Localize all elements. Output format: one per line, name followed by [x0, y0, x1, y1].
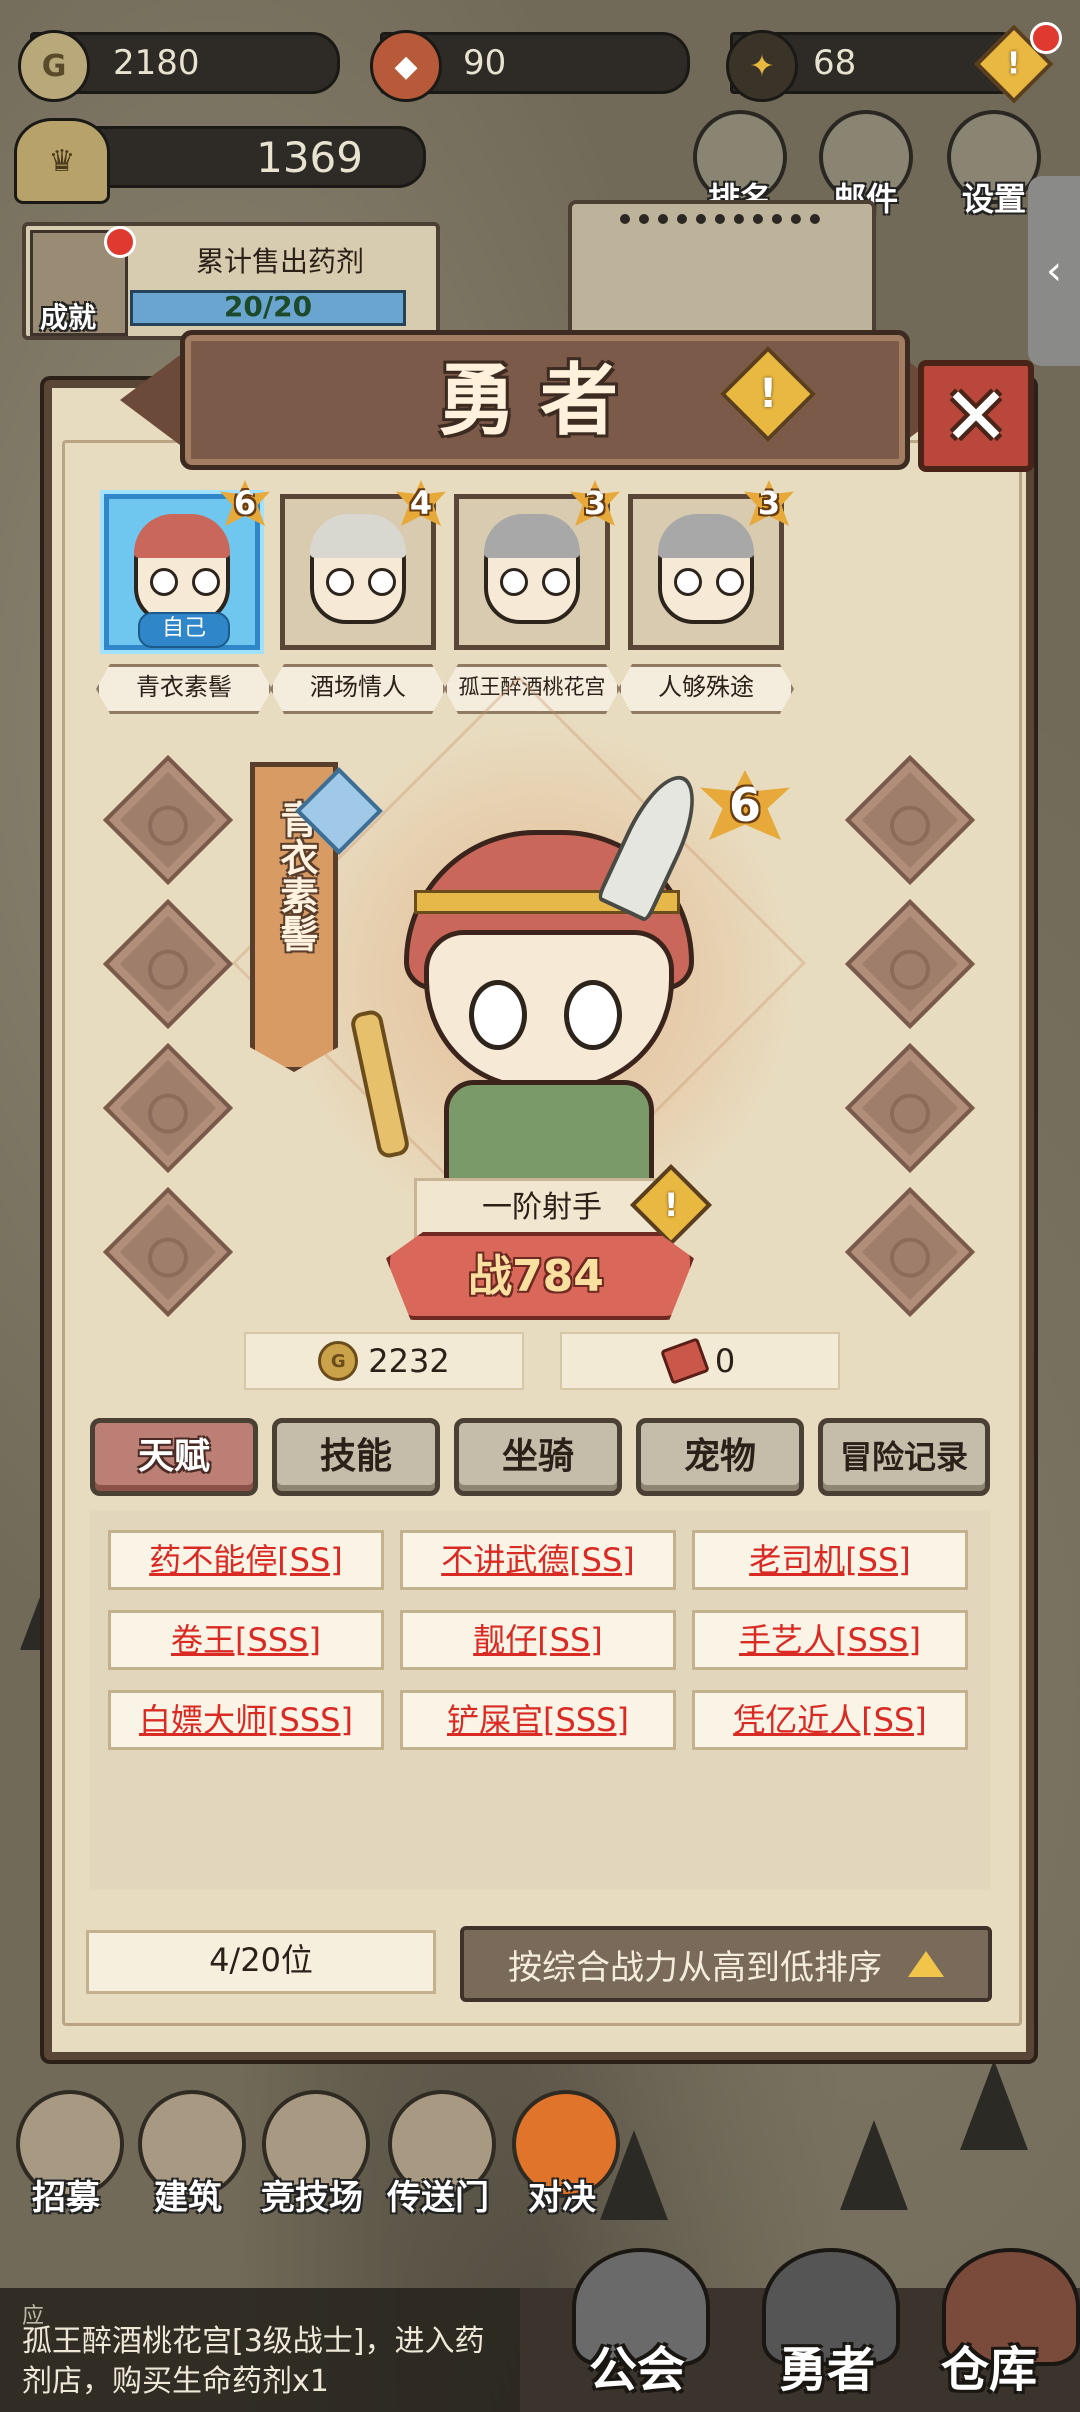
nav-label: 竞技场 [261, 2178, 363, 2218]
hero-ticket-value: 0 [714, 1342, 736, 1380]
hero-card-4[interactable]: 3 [628, 480, 794, 654]
power-display: 战784 [386, 1240, 686, 1304]
tree-decoration [840, 2120, 908, 2210]
nav-warehouse[interactable]: 仓库 [904, 2330, 1074, 2400]
laurel-emblem-icon: ♛ [14, 118, 110, 204]
ticket-icon [659, 1337, 710, 1385]
nav-recruit[interactable]: 招募 [6, 2090, 126, 2220]
shield-icon: ◆ [370, 30, 442, 102]
tree-decoration [960, 2060, 1028, 2150]
talent-item[interactable]: 手艺人[SSS] [692, 1610, 968, 1670]
hero-name-label: 酒场情人 [270, 664, 446, 714]
talent-item[interactable]: 靓仔[SS] [400, 1610, 676, 1670]
panel-title: 勇者 [437, 355, 642, 446]
nav-label: 招募 [32, 2178, 100, 2218]
nav-duel[interactable]: 对决 [502, 2090, 622, 2220]
talent-item[interactable]: 白嫖大师[SSS] [108, 1690, 384, 1750]
power-label: 战 [468, 1251, 513, 1302]
notification-dot [1030, 22, 1062, 54]
hero-count: 4/20位 [86, 1930, 436, 1994]
nav-label: 对决 [528, 2178, 596, 2218]
achievement-progress-text: 20/20 [223, 290, 313, 323]
close-button[interactable]: ✕ [918, 360, 1034, 472]
hero-class: 一阶射手 [414, 1178, 670, 1240]
tab-skills[interactable]: 技能 [272, 1418, 440, 1496]
hero-name-label: 青衣素髻 [96, 664, 272, 714]
talent-item[interactable]: 凭亿近人[SS] [692, 1690, 968, 1750]
hero-card-1[interactable]: 6 自己 [104, 480, 270, 654]
hero-portrait [310, 514, 406, 624]
nav-label: 传送门 [387, 2178, 489, 2218]
hero-card-2[interactable]: 4 [280, 480, 446, 654]
nav-arena[interactable]: 竞技场 [252, 2090, 372, 2220]
shield-value: 90 [463, 43, 507, 83]
score-value: 1369 [256, 132, 363, 182]
tab-mount[interactable]: 坐骑 [454, 1418, 622, 1496]
hero-character [348, 764, 711, 1200]
gold-coin-icon: G [318, 1341, 359, 1381]
close-icon: ✕ [942, 369, 1010, 463]
hero-portrait [658, 514, 754, 624]
nav-portal[interactable]: 传送门 [378, 2090, 498, 2220]
talent-item[interactable]: 铲屎官[SSS] [400, 1690, 676, 1750]
tab-adventure-log[interactable]: 冒险记录 [818, 1418, 990, 1496]
notification-dot [104, 226, 136, 258]
gem-value: 68 [813, 43, 857, 83]
hero-portrait [134, 514, 230, 624]
gem-icon: ✦ [726, 30, 798, 102]
arrow-up-icon [908, 1951, 944, 1977]
talent-item[interactable]: 老司机[SS] [692, 1530, 968, 1590]
settings-label: 设置 [961, 180, 1026, 218]
gold-coin-icon: G [18, 30, 90, 102]
hero-name-label: 人够殊途 [618, 664, 794, 714]
nav-heroes[interactable]: 勇者 [742, 2330, 912, 2400]
chain-icon [620, 214, 820, 284]
tab-pet[interactable]: 宠物 [636, 1418, 804, 1496]
talent-item[interactable]: 卷王[SSS] [108, 1610, 384, 1670]
sort-button[interactable]: 按综合战力从高到低排序 [460, 1926, 992, 2002]
talent-item[interactable]: 不讲武德[SS] [400, 1530, 676, 1590]
tab-talent[interactable]: 天赋 [90, 1418, 258, 1496]
power-value: 784 [512, 1251, 604, 1302]
nav-guild[interactable]: 公会 [552, 2330, 722, 2400]
sort-label: 按综合战力从高到低排序 [508, 1947, 882, 1988]
event-log-text: 孤王醉酒桃花宫[3级战士]，进入药剂店，购买生命药剂x1 [22, 2324, 485, 2399]
achievement-title: 累计售出药剂 [195, 245, 364, 278]
nav-buildings[interactable]: 建筑 [128, 2090, 248, 2220]
gold-value: 2180 [113, 43, 200, 83]
nav-label: 建筑 [154, 2178, 222, 2218]
self-tag: 自己 [138, 612, 230, 648]
chevron-left-icon: ‹ [1046, 248, 1062, 294]
hero-gold-stat: G 2232 [244, 1332, 524, 1390]
talent-item[interactable]: 药不能停[SS] [108, 1530, 384, 1590]
hero-card-3[interactable]: 3 [454, 480, 620, 654]
hero-portrait [484, 514, 580, 624]
hero-ticket-stat: 0 [560, 1332, 840, 1390]
side-drawer-tab[interactable]: ‹ [1028, 176, 1080, 366]
achievement-label: 成就 [40, 301, 97, 334]
hero-gold-value: 2232 [368, 1342, 450, 1380]
